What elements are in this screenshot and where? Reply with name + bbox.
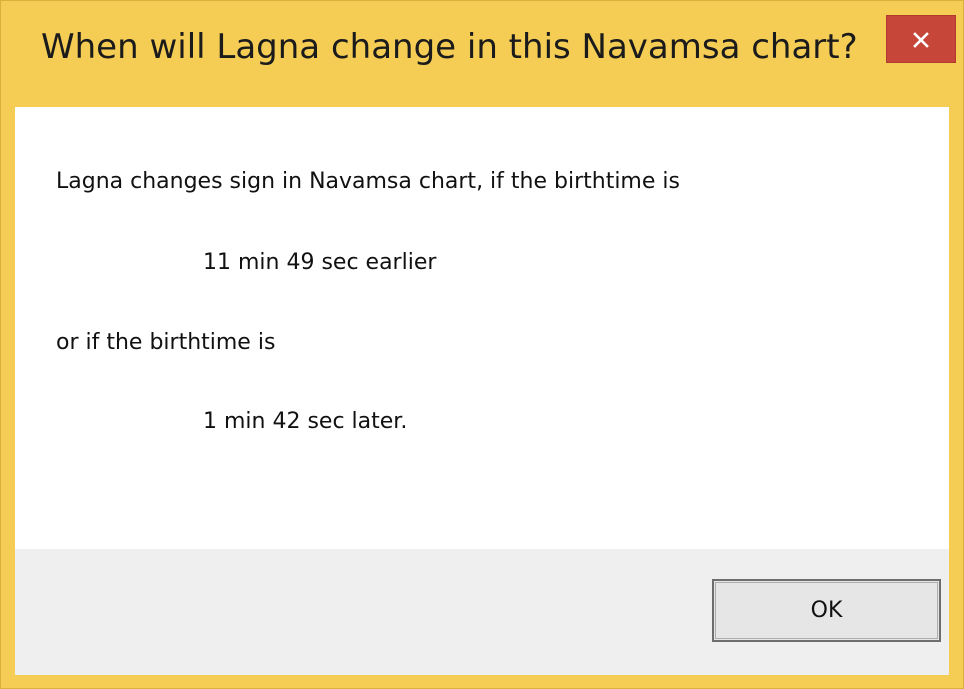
message-line-3: or if the birthtime is — [56, 330, 276, 355]
dialog-title: When will Lagna change in this Navamsa c… — [41, 27, 858, 67]
message-area: Lagna changes sign in Navamsa chart, if … — [15, 107, 949, 549]
title-bar[interactable]: When will Lagna change in this Navamsa c… — [1, 1, 963, 111]
ok-button[interactable]: OK — [712, 579, 941, 642]
close-icon — [913, 32, 929, 48]
close-button[interactable] — [886, 15, 956, 63]
message-line-2: 11 min 49 sec earlier — [203, 250, 437, 275]
message-line-4: 1 min 42 sec later. — [203, 409, 408, 434]
button-bar: OK — [15, 549, 949, 675]
message-line-1: Lagna changes sign in Navamsa chart, if … — [56, 169, 680, 194]
dialog-window: When will Lagna change in this Navamsa c… — [0, 0, 964, 689]
